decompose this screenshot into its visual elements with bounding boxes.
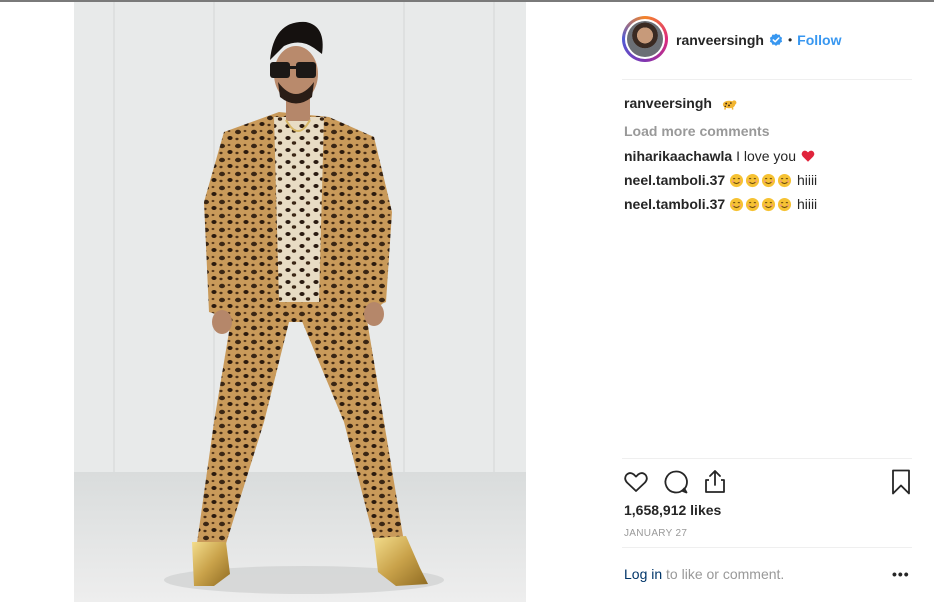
share-icon[interactable] <box>701 468 729 496</box>
post-side-panel: ranveersingh • Follow ranveersingh Load … <box>600 0 934 602</box>
comment-text: hiiii <box>796 172 818 188</box>
smiling-face-icon <box>761 173 776 188</box>
smiling-face-emoji-group <box>729 196 797 212</box>
avatar-frame <box>625 19 665 59</box>
follow-button[interactable]: Follow <box>797 32 841 48</box>
avatar[interactable] <box>622 16 668 62</box>
comment-username[interactable]: neel.tamboli.37 <box>624 196 725 212</box>
login-link[interactable]: Log in <box>624 566 662 582</box>
more-options-button[interactable]: ••• <box>892 566 910 582</box>
load-more-comments-button[interactable]: Load more comments <box>624 118 912 144</box>
smiling-face-icon <box>729 173 744 188</box>
leopard-emoji-icon <box>722 100 737 110</box>
smiling-face-icon <box>777 197 792 212</box>
username-row: ranveersingh • Follow <box>676 32 841 48</box>
comment-username[interactable]: niharikaachawla <box>624 148 732 164</box>
actions-divider <box>622 458 912 459</box>
smiling-face-icon <box>761 197 776 212</box>
comment-bubble-icon[interactable] <box>662 468 690 496</box>
action-bar <box>622 468 914 496</box>
heart-emoji-icon <box>801 150 815 162</box>
caption: ranveersingh <box>624 92 912 118</box>
verified-badge-icon <box>769 33 783 46</box>
post-username[interactable]: ranveersingh <box>676 32 764 48</box>
smiling-face-icon <box>745 197 760 212</box>
comment-text: I love you <box>736 148 796 164</box>
list-item: neel.tamboli.37 hiiii <box>624 192 912 216</box>
comments-list: ranveersingh Load more comments niharika… <box>624 92 912 216</box>
smiling-face-icon <box>745 173 760 188</box>
caption-username[interactable]: ranveersingh <box>624 95 712 111</box>
post-date[interactable]: JANUARY 27 <box>624 528 687 539</box>
login-divider <box>622 547 912 548</box>
smiling-face-icon <box>729 197 744 212</box>
post-photo[interactable] <box>74 2 526 602</box>
login-prompt-text: to like or comment. <box>666 566 785 582</box>
list-item: neel.tamboli.37 hiiii <box>624 168 912 192</box>
comment-text: hiiii <box>796 196 818 212</box>
login-prompt: Log in to like or comment. <box>624 566 784 582</box>
comment-username[interactable]: neel.tamboli.37 <box>624 172 725 188</box>
post-photo-illustration <box>74 2 526 602</box>
save-bookmark-icon[interactable] <box>887 468 915 496</box>
avatar-image <box>627 21 663 57</box>
separator-dot: • <box>787 33 793 47</box>
smiling-face-icon <box>777 173 792 188</box>
header-divider <box>622 79 912 80</box>
smiling-face-emoji-group <box>729 172 797 188</box>
list-item: niharikaachawla I love you <box>624 144 912 168</box>
likes-count[interactable]: 1,658,912 likes <box>624 502 721 518</box>
like-heart-icon[interactable] <box>622 468 650 496</box>
post-header: ranveersingh • Follow <box>622 16 912 78</box>
